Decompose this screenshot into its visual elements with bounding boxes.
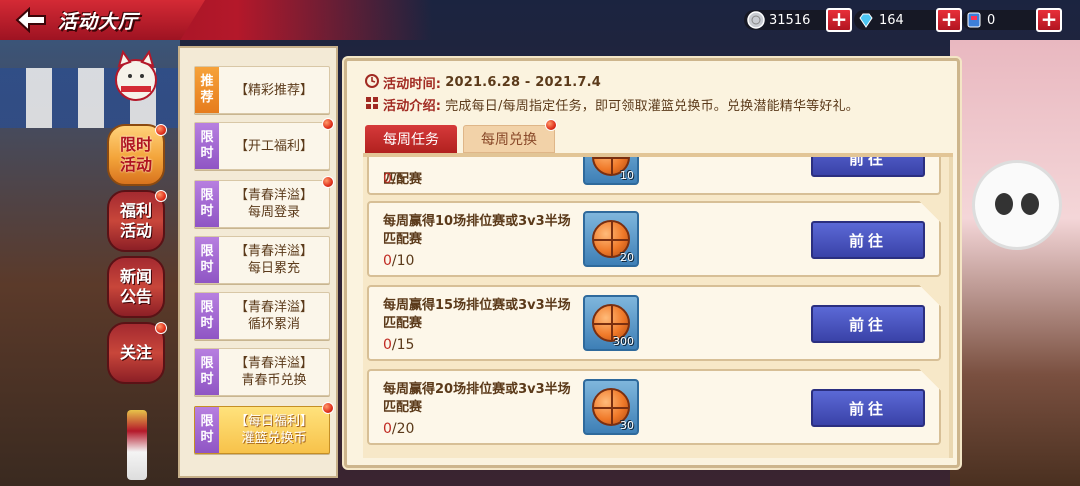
grid-icon bbox=[365, 96, 379, 114]
go-button[interactable]: 前往 bbox=[811, 221, 925, 259]
diamond-icon bbox=[856, 10, 876, 30]
notification-dot bbox=[155, 190, 167, 202]
event-label: 【青春洋溢】 青春币兑换 bbox=[234, 356, 313, 388]
task-list[interactable]: 匹配赛 0/5 10 前往 每周赢得10场排位赛或3v3半场匹配赛 0/10 2… bbox=[363, 153, 953, 458]
event-label: 【每日福利】 灌篮兑换币 bbox=[234, 414, 313, 446]
resource-diamonds: 164 + bbox=[854, 8, 962, 32]
event-time-label: 活动时间: bbox=[383, 77, 442, 92]
event-item-youth-coin-exchange[interactable]: 限时 【青春洋溢】 青春币兑换 bbox=[194, 348, 330, 396]
task-row: 匹配赛 0/5 10 前往 bbox=[367, 157, 941, 195]
resource-tickets: 0 + bbox=[962, 8, 1062, 32]
event-tag: 限时 bbox=[195, 349, 219, 395]
task-progress: 0/20 bbox=[383, 421, 415, 437]
event-item-cycle-spend[interactable]: 限时 【青春洋溢】 循环累消 bbox=[194, 292, 330, 340]
task-progress: 0/5 bbox=[383, 171, 406, 187]
diamond-count: 164 bbox=[879, 12, 904, 28]
event-label: 【开工福利】 bbox=[234, 138, 313, 154]
ticket-count: 0 bbox=[987, 12, 996, 28]
back-arrow-icon[interactable] bbox=[14, 6, 48, 34]
event-time-line: 活动时间: 2021.6.28 - 2021.7.4 bbox=[365, 73, 601, 92]
reward-item[interactable]: 30 bbox=[583, 379, 639, 435]
go-button[interactable]: 前往 bbox=[811, 157, 925, 177]
notification-dot bbox=[155, 322, 167, 334]
task-row: 每周赢得10场排位赛或3v3半场匹配赛 0/10 20 前往 bbox=[367, 201, 941, 277]
add-diamonds-button[interactable]: + bbox=[936, 8, 962, 32]
task-title: 每周赢得20场排位赛或3v3半场匹配赛 bbox=[383, 382, 571, 415]
notification-dot bbox=[322, 118, 334, 130]
notification-dot bbox=[322, 176, 334, 188]
event-tag: 限时 bbox=[195, 123, 219, 169]
event-list-panel: 推荐 【精彩推荐】 限时 【开工福利】 限时 【青春洋溢】 每周登录 限时 【青… bbox=[178, 46, 338, 478]
event-tag: 限时 bbox=[195, 407, 219, 453]
go-button[interactable]: 前往 bbox=[811, 389, 925, 427]
lantern-tassel bbox=[127, 410, 147, 480]
background-panda-sign bbox=[972, 160, 1062, 250]
event-tag: 推荐 bbox=[195, 67, 219, 113]
reward-item[interactable]: 10 bbox=[583, 157, 639, 185]
page-title: 活动大厅 bbox=[58, 10, 139, 33]
event-intro-line: 活动介绍: 完成每日/每周指定任务，即可领取灌篮兑换币。兑换潜能精华等好礼。 bbox=[365, 95, 859, 114]
task-progress: 0/10 bbox=[383, 253, 415, 269]
coin-count: 31516 bbox=[769, 12, 811, 28]
event-item-start-work[interactable]: 限时 【开工福利】 bbox=[194, 122, 330, 170]
event-item-weekly-login[interactable]: 限时 【青春洋溢】 每周登录 bbox=[194, 180, 330, 228]
resource-coins: 31516 + bbox=[744, 8, 852, 32]
clock-icon bbox=[365, 73, 379, 92]
lucky-cat-icon bbox=[113, 46, 159, 102]
task-row: 每周赢得15场排位赛或3v3半场匹配赛 0/15 300 前往 bbox=[367, 285, 941, 361]
event-tag: 限时 bbox=[195, 293, 219, 339]
notification-dot bbox=[155, 124, 167, 136]
back-bar: 活动大厅 bbox=[0, 0, 205, 40]
task-title: 每周赢得15场排位赛或3v3半场匹配赛 bbox=[383, 298, 571, 331]
task-progress: 0/15 bbox=[383, 337, 415, 353]
event-label: 【青春洋溢】 每周登录 bbox=[234, 188, 313, 220]
event-intro-label: 活动介绍: bbox=[383, 99, 442, 114]
event-label: 【青春洋溢】 循环累消 bbox=[234, 300, 313, 332]
reward-item[interactable]: 300 bbox=[583, 295, 639, 351]
event-detail-panel: 活动时间: 2021.6.28 - 2021.7.4 活动介绍: 完成每日/每周… bbox=[344, 58, 960, 468]
event-time-value: 2021.6.28 - 2021.7.4 bbox=[445, 75, 601, 90]
event-item-featured[interactable]: 推荐 【精彩推荐】 bbox=[194, 66, 330, 114]
category-news[interactable]: 新闻 公告 bbox=[107, 256, 165, 318]
task-title: 每周赢得10场排位赛或3v3半场匹配赛 bbox=[383, 214, 571, 247]
reward-item[interactable]: 20 bbox=[583, 211, 639, 267]
notification-dot bbox=[322, 402, 334, 414]
ticket-icon bbox=[964, 10, 984, 30]
top-bar: 活动大厅 31516 + 164 + 0 + bbox=[0, 0, 1080, 40]
event-label: 【精彩推荐】 bbox=[234, 82, 313, 98]
event-label: 【青春洋溢】 每日累充 bbox=[234, 244, 313, 276]
coin-icon bbox=[746, 10, 766, 30]
event-tag: 限时 bbox=[195, 237, 219, 283]
event-tag: 限时 bbox=[195, 181, 219, 227]
add-coins-button[interactable]: + bbox=[826, 8, 852, 32]
task-title: 匹配赛 bbox=[383, 172, 423, 187]
event-item-slam-coin[interactable]: 限时 【每日福利】 灌篮兑换币 bbox=[194, 406, 330, 454]
add-tickets-button[interactable]: + bbox=[1036, 8, 1062, 32]
notification-dot bbox=[545, 119, 557, 131]
tab-weekly-exchange[interactable]: 每周兑换 bbox=[463, 125, 555, 153]
event-intro-text: 完成每日/每周指定任务，即可领取灌篮兑换币。兑换潜能精华等好礼。 bbox=[445, 99, 859, 114]
tab-weekly-tasks[interactable]: 每周任务 bbox=[365, 125, 457, 153]
background-street-right bbox=[950, 40, 1080, 486]
scrollbar[interactable] bbox=[949, 157, 953, 458]
task-row: 每周赢得20场排位赛或3v3半场匹配赛 0/20 30 前往 bbox=[367, 369, 941, 445]
event-item-daily-recharge[interactable]: 限时 【青春洋溢】 每日累充 bbox=[194, 236, 330, 284]
go-button[interactable]: 前往 bbox=[811, 305, 925, 343]
